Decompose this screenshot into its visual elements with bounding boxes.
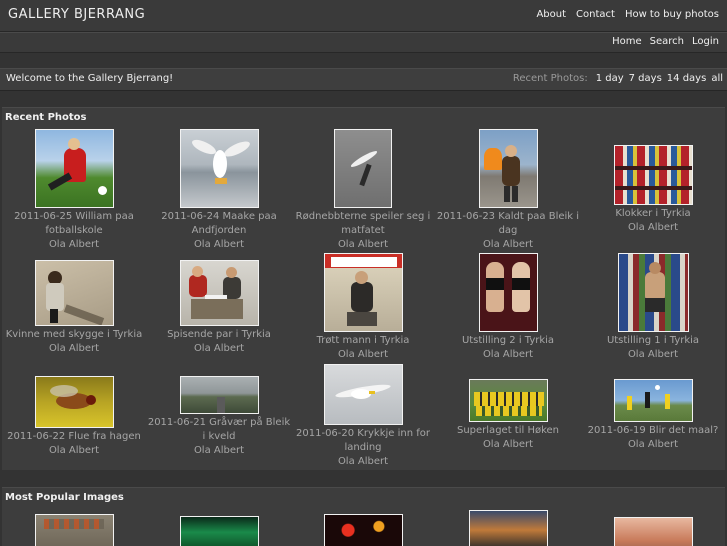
photo-caption[interactable]: Superlaget til Høken [436,424,580,438]
photo-thumbnail[interactable] [324,514,403,546]
photo-author[interactable]: Ola Albert [436,438,580,451]
section-title: Most Popular Images [5,492,124,503]
photo-author[interactable]: Ola Albert [147,238,291,251]
photo-caption[interactable]: 2011-06-25 William paa fotballskole [2,210,146,238]
photo-thumbnail[interactable] [478,129,538,208]
photo-author[interactable]: Ola Albert [147,342,291,355]
filter-14-days-link[interactable]: 14 days [667,73,707,84]
photo-item: Kvinne med skygge i Tyrkia Ola Albert [2,260,146,355]
popular-images-panel: Most Popular Images [2,487,725,546]
photo-caption[interactable]: Trøtt mann i Tyrkia [291,334,435,348]
photo-caption[interactable]: Kvinne med skygge i Tyrkia [2,328,146,342]
photo-thumbnail[interactable] [179,260,259,326]
photo-thumbnail[interactable] [334,129,392,208]
filter-7-days-link[interactable]: 7 days [629,73,662,84]
photo-author[interactable]: Ola Albert [581,348,725,361]
photo-author[interactable]: Ola Albert [581,221,725,234]
photo-item: Utstilling 1 i Tyrkia Ola Albert [581,253,725,361]
top-bar: GALLERY BJERRANG About Contact How to buy … [0,0,727,32]
photo-item: 2011-06-24 Maake paa Andfjorden Ola Albe… [147,129,291,251]
nav-search-link[interactable]: Search [650,36,684,47]
photo-thumbnail[interactable] [179,376,259,414]
photo-thumbnail[interactable] [468,379,548,422]
photo-item: Spisende par i Tyrkia Ola Albert [147,260,291,355]
top-nav: About Contact How to buy photos [526,9,719,20]
recent-photos-panel: Recent Photos 2011-06-25 William paa fot… [2,107,725,470]
photo-author[interactable]: Ola Albert [581,438,725,451]
recent-filter-label: Recent Photos: [512,73,588,84]
photo-caption[interactable]: Spisende par i Tyrkia [147,328,291,342]
photo-thumbnail[interactable] [34,376,114,428]
nav-contact-link[interactable]: Contact [576,9,615,20]
photo-author[interactable]: Ola Albert [147,444,291,457]
photo-author[interactable]: Ola Albert [2,444,146,457]
photo-item: 2011-06-21 Gråvær på Bleik i kveld Ola A… [147,376,291,457]
photo-caption[interactable]: 2011-06-22 Flue fra hagen [2,430,146,444]
sub-bar: Home Search Login [0,32,727,53]
nav-how-to-buy-link[interactable]: How to buy photos [625,9,719,20]
photo-item: 2011-06-20 Krykkje inn for landing Ola A… [291,364,435,468]
photo-thumbnail[interactable] [180,516,259,546]
site-logo[interactable]: GALLERY BJERRANG [8,7,145,22]
photo-author[interactable]: Ola Albert [2,238,146,251]
photo-caption[interactable]: 2011-06-19 Blir det maal? [581,424,725,438]
photo-thumbnail[interactable] [613,379,693,422]
photo-item: 2011-06-22 Flue fra hagen Ola Albert [2,376,146,457]
section-title: Recent Photos [5,112,87,123]
photo-thumbnail[interactable] [179,129,259,208]
photo-item: Klokker i Tyrkia Ola Albert [581,145,725,234]
nav-login-link[interactable]: Login [692,36,719,47]
filter-all-link[interactable]: all [711,73,723,84]
photo-thumbnail[interactable] [35,514,114,546]
photo-caption[interactable]: Utstilling 2 i Tyrkia [436,334,580,348]
recent-filter: Recent Photos: 1 day 7 days 14 days all [513,73,723,84]
photo-caption[interactable]: 2011-06-23 Kaldt paa Bleik i dag [436,210,580,238]
photo-caption[interactable]: 2011-06-20 Krykkje inn for landing [291,427,435,455]
photo-item: 2011-06-25 William paa fotballskole Ola … [2,129,146,251]
photo-author[interactable]: Ola Albert [436,348,580,361]
sub-nav: Home Search Login [604,36,719,47]
photo-caption[interactable]: Rødnebbterne speiler seg i matfatet [291,210,435,238]
photo-thumbnail[interactable] [34,129,114,208]
nav-home-link[interactable]: Home [612,36,642,47]
photo-author[interactable]: Ola Albert [2,342,146,355]
photo-thumbnail[interactable] [617,253,689,332]
photo-item: Utstilling 2 i Tyrkia Ola Albert [436,253,580,361]
photo-thumbnail[interactable] [469,510,548,546]
photo-caption[interactable]: Utstilling 1 i Tyrkia [581,334,725,348]
photo-thumbnail[interactable] [323,364,403,425]
photo-author[interactable]: Ola Albert [291,348,435,361]
photo-thumbnail[interactable] [613,145,693,205]
photo-caption[interactable]: Klokker i Tyrkia [581,207,725,221]
photo-author[interactable]: Ola Albert [291,238,435,251]
photo-author[interactable]: Ola Albert [436,238,580,251]
photo-item: Superlaget til Høken Ola Albert [436,379,580,451]
nav-about-link[interactable]: About [536,9,566,20]
photo-item: 2011-06-23 Kaldt paa Bleik i dag Ola Alb… [436,129,580,251]
photo-thumbnail[interactable] [614,517,693,546]
photo-caption[interactable]: 2011-06-24 Maake paa Andfjorden [147,210,291,238]
welcome-text: Welcome to the Gallery Bjerrang! [6,73,174,84]
photo-author[interactable]: Ola Albert [291,455,435,468]
photo-thumbnail[interactable] [34,260,114,326]
photo-item: Rødnebbterne speiler seg i matfatet Ola … [291,129,435,251]
photo-caption[interactable]: 2011-06-21 Gråvær på Bleik i kveld [147,416,291,444]
photo-thumbnail[interactable] [478,253,538,332]
photo-item: 2011-06-19 Blir det maal? Ola Albert [581,379,725,451]
filter-1-day-link[interactable]: 1 day [596,73,624,84]
welcome-bar: Welcome to the Gallery Bjerrang! Recent … [0,68,727,91]
photo-item: Trøtt mann i Tyrkia Ola Albert [291,253,435,361]
photo-thumbnail[interactable] [323,253,403,332]
